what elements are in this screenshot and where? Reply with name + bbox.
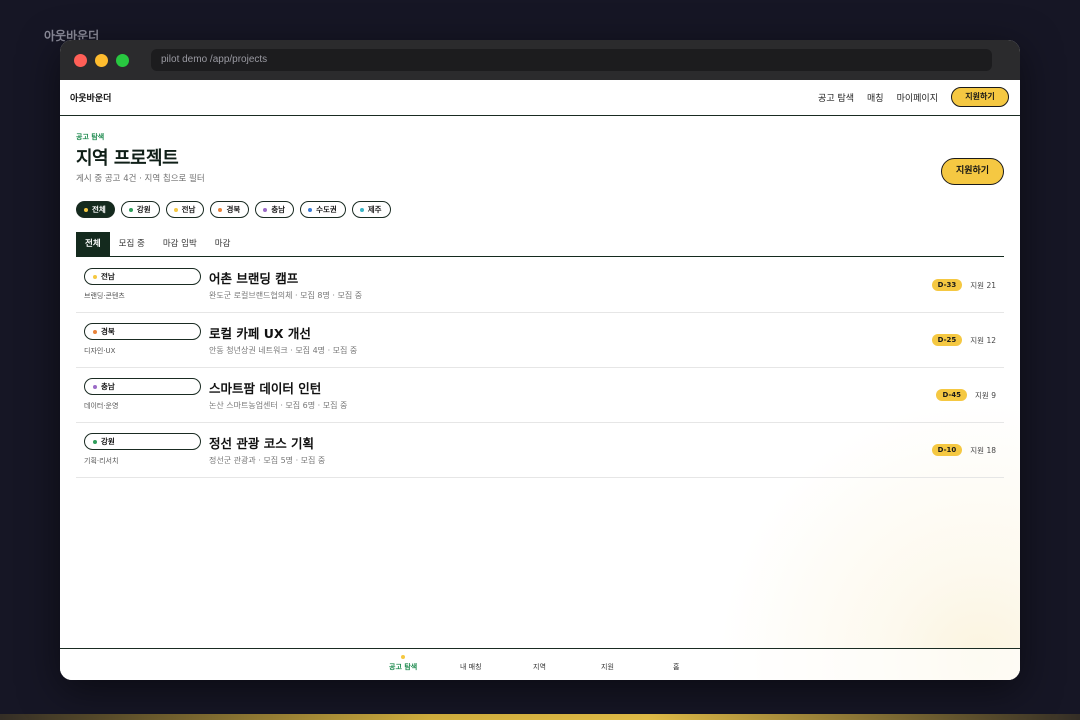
bottom-nav-my-matching[interactable]: 내 매칭 <box>460 662 482 672</box>
project-category: 데이터·운영 <box>84 402 119 410</box>
project-region-badge: 강원 <box>84 433 201 450</box>
hero-apply-button[interactable]: 지원하기 <box>941 158 1004 185</box>
region-chip-label: 전체 <box>92 205 106 214</box>
project-row[interactable]: 충남데이터·운영 스마트팜 데이터 인턴논산 스마트농업센터 · 모집 6명 · … <box>76 368 1004 423</box>
section-kicker: 공고 탐색 <box>76 133 105 141</box>
region-chip-label: 제주 <box>367 205 382 214</box>
project-region-label: 전남 <box>101 272 115 281</box>
tab-closed[interactable]: 마감 <box>206 232 240 256</box>
top-nav-links: 공고 탐색 매칭 마이페이지 <box>818 91 938 104</box>
bottom-nav-apply[interactable]: 지원 <box>601 662 614 672</box>
region-dot-icon <box>84 207 88 212</box>
region-dot-icon <box>93 274 97 279</box>
project-region-badge: 경북 <box>84 323 201 340</box>
project-region-label: 충남 <box>101 382 115 391</box>
page-subtitle: 게시 중 공고 4건 · 지역 칩으로 필터 <box>76 174 205 184</box>
project-stats: D-45 지원 9 <box>936 389 996 401</box>
project-title[interactable]: 스마트팜 데이터 인턴 <box>209 378 321 397</box>
project-meta: 안동 청년상권 네트워크 · 모집 4명 · 모집 중 <box>209 346 358 355</box>
region-chip-label: 경북 <box>226 205 241 214</box>
status-tabs: 전체 모집 중 마감 임박 마감 <box>76 232 1004 257</box>
project-title[interactable]: 로컬 카페 UX 개선 <box>209 323 311 342</box>
app-viewport: 아웃바운더 공고 탐색 매칭 마이페이지 지원하기 공고 탐색 지역 프로젝트 … <box>60 80 1020 680</box>
bottom-nav-explore[interactable]: 공고 탐색 <box>389 662 417 672</box>
region-dot-icon <box>308 207 313 212</box>
app-logo[interactable]: 아웃바운더 <box>70 91 111 104</box>
applicant-count: 지원 21 <box>970 280 996 290</box>
project-stats: D-25 지원 12 <box>931 334 996 346</box>
browser-titlebar: pilot demo /app/projects <box>60 40 1020 80</box>
browser-window: pilot demo /app/projects 아웃바운더 공고 탐색 매칭 … <box>60 40 1020 680</box>
close-window-button[interactable] <box>74 54 87 67</box>
region-chip-label: 충남 <box>271 205 286 214</box>
maximize-window-button[interactable] <box>116 54 129 67</box>
deadline-badge: D-10 <box>931 444 963 456</box>
deadline-badge: D-33 <box>931 279 963 291</box>
project-category: 기획·리서치 <box>84 457 119 465</box>
project-meta: 정선군 관광과 · 모집 5명 · 모집 중 <box>209 456 326 465</box>
project-region-badge: 전남 <box>84 268 201 285</box>
bottom-nav-region[interactable]: 지역 <box>533 662 546 672</box>
project-row[interactable]: 강원기획·리서치 정선 관광 코스 기획정선군 관광과 · 모집 5명 · 모집 … <box>76 423 1004 478</box>
project-stats: D-10 지원 18 <box>931 444 996 456</box>
page-title: 지역 프로젝트 <box>76 148 179 169</box>
region-dot-icon <box>218 207 223 212</box>
project-title[interactable]: 어촌 브랜딩 캠프 <box>209 268 298 287</box>
region-chip-label: 강원 <box>136 205 151 214</box>
region-dot-icon <box>173 207 178 212</box>
project-title[interactable]: 정선 관광 코스 기획 <box>209 433 314 452</box>
nav-apply-button[interactable]: 지원하기 <box>951 87 1009 107</box>
applicant-count: 지원 18 <box>970 445 996 455</box>
deadline-badge: D-45 <box>936 389 968 401</box>
region-chip[interactable]: 제주 <box>351 201 391 218</box>
project-region-label: 경북 <box>101 327 115 336</box>
background-glow <box>0 714 1080 720</box>
project-category: 브랜딩·콘텐츠 <box>84 292 125 300</box>
project-category: 디자인·UX <box>84 347 116 355</box>
tab-all[interactable]: 전체 <box>76 232 110 256</box>
region-chip[interactable]: 수도권 <box>300 201 346 218</box>
bottom-navigation: 공고 탐색 내 매칭 지역 지원 홈 <box>60 648 1020 680</box>
project-row[interactable]: 전남브랜딩·콘텐츠 어촌 브랜딩 캠프완도군 로컬브랜드협의체 · 모집 8명 ·… <box>76 258 1004 313</box>
region-chip-label: 수도권 <box>316 205 337 214</box>
deadline-badge: D-25 <box>931 334 963 346</box>
nav-link-matching[interactable]: 매칭 <box>867 91 884 104</box>
minimize-window-button[interactable] <box>95 54 108 67</box>
project-list: 전남브랜딩·콘텐츠 어촌 브랜딩 캠프완도군 로컬브랜드협의체 · 모집 8명 ·… <box>76 258 1004 478</box>
applicant-count: 지원 9 <box>975 390 996 400</box>
project-region-badge: 충남 <box>84 378 201 395</box>
nav-link-explore[interactable]: 공고 탐색 <box>818 91 854 104</box>
nav-link-mypage[interactable]: 마이페이지 <box>897 91 938 104</box>
region-dot-icon <box>263 207 268 212</box>
region-filter-chips: 전체 강원 전남 경북 충남 수도권 제주 <box>76 201 391 218</box>
region-dot-icon <box>93 384 97 389</box>
project-meta: 논산 스마트농업센터 · 모집 6명 · 모집 중 <box>209 401 348 410</box>
tab-recruiting[interactable]: 모집 중 <box>110 232 154 256</box>
region-chip[interactable]: 충남 <box>255 201 295 218</box>
project-row[interactable]: 경북디자인·UX 로컬 카페 UX 개선안동 청년상권 네트워크 · 모집 4명 … <box>76 313 1004 368</box>
address-bar[interactable]: pilot demo /app/projects <box>151 49 992 71</box>
project-region-label: 강원 <box>101 437 115 446</box>
region-dot-icon <box>359 207 364 212</box>
top-navigation: 아웃바운더 공고 탐색 매칭 마이페이지 지원하기 <box>60 80 1020 116</box>
active-indicator-dot <box>401 655 405 659</box>
region-chip[interactable]: 전남 <box>165 201 205 218</box>
region-dot-icon <box>93 439 97 444</box>
region-chip-label: 전남 <box>181 205 196 214</box>
region-chip[interactable]: 강원 <box>120 201 160 218</box>
project-stats: D-33 지원 21 <box>931 279 996 291</box>
bottom-nav-home[interactable]: 홈 <box>673 662 679 672</box>
region-dot-icon <box>128 207 133 212</box>
region-dot-icon <box>93 329 97 334</box>
region-chip[interactable]: 전체 <box>76 201 115 218</box>
tab-closing-soon[interactable]: 마감 임박 <box>154 232 206 256</box>
applicant-count: 지원 12 <box>970 335 996 345</box>
project-meta: 완도군 로컬브랜드협의체 · 모집 8명 · 모집 중 <box>209 291 363 300</box>
region-chip[interactable]: 경북 <box>210 201 250 218</box>
